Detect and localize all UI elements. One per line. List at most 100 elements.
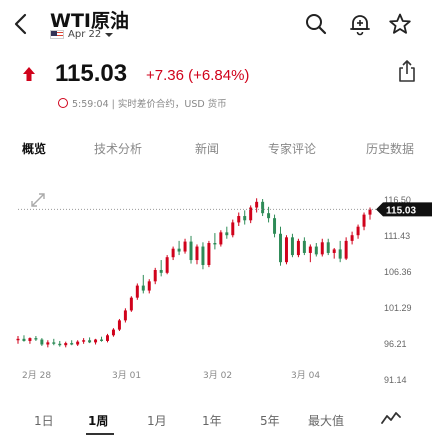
- candle-body: [284, 237, 288, 263]
- candle-body: [177, 248, 181, 252]
- date-selector-label: Apr 22: [68, 29, 102, 40]
- candle-body: [117, 320, 121, 330]
- tab-analysis[interactable]: 专家评论: [268, 140, 316, 157]
- app-header: WTI原油 Apr 22: [0, 0, 434, 48]
- candle-body: [106, 335, 109, 341]
- candle-body: [273, 218, 277, 234]
- candle-body: [70, 343, 74, 345]
- candle-body: [350, 235, 354, 241]
- candle-body: [201, 246, 205, 266]
- candle-body: [213, 243, 217, 245]
- candle-body: [82, 340, 86, 342]
- range-1d[interactable]: 1日: [34, 412, 54, 429]
- us-flag-icon: [50, 30, 64, 39]
- line-chart-icon[interactable]: [380, 410, 402, 426]
- candle-body: [302, 240, 306, 253]
- candle-body: [159, 269, 163, 273]
- x-tick-label: 3月 02: [203, 370, 232, 381]
- candle-body: [183, 241, 187, 252]
- candle-body: [314, 246, 318, 255]
- candle-body: [88, 340, 92, 343]
- last-price-label: 115.03: [386, 205, 416, 216]
- share-icon[interactable]: [396, 58, 418, 84]
- candle-body: [243, 216, 247, 221]
- candle-body: [219, 232, 223, 245]
- candle-body: [34, 338, 38, 340]
- chevron-left-icon[interactable]: [10, 10, 34, 38]
- y-tick-label: 111.43: [384, 231, 410, 241]
- range-1m[interactable]: 1月: [147, 412, 167, 429]
- candle-body: [320, 242, 324, 255]
- candle-body: [135, 285, 139, 298]
- y-tick-label: 91.14: [384, 375, 407, 385]
- y-tick-label: 101.29: [384, 303, 412, 313]
- candle-body: [123, 310, 127, 321]
- candle-body: [52, 342, 56, 344]
- range-1w[interactable]: 1周: [88, 412, 108, 429]
- expand-icon[interactable]: [28, 190, 48, 210]
- caret-down-icon: [105, 32, 114, 37]
- arrow-up-icon: [23, 67, 35, 81]
- star-icon[interactable]: [388, 12, 412, 36]
- tab-technical[interactable]: 技术分析: [94, 140, 142, 157]
- candle-body: [290, 237, 294, 256]
- candle-body: [308, 246, 312, 253]
- quote-status-text: 5:59:04 | 实时差价合约，USD 货币: [72, 99, 227, 110]
- candle-body: [332, 249, 336, 253]
- candle-body: [165, 257, 169, 273]
- candle-body: [100, 339, 104, 341]
- tab-overview[interactable]: 概览: [22, 140, 46, 157]
- candle-body: [296, 240, 300, 256]
- search-icon[interactable]: [304, 12, 328, 36]
- candle-body: [16, 338, 20, 341]
- tab-news[interactable]: 新闻: [195, 140, 219, 157]
- candle-body: [76, 341, 80, 345]
- candle-body: [344, 240, 348, 259]
- candle-body: [147, 281, 151, 291]
- candle-body: [129, 297, 133, 311]
- date-selector[interactable]: Apr 22: [50, 29, 114, 40]
- candle-body: [368, 209, 372, 215]
- candle-body: [326, 242, 330, 253]
- candle-body: [40, 339, 44, 345]
- candle-body: [94, 339, 98, 343]
- candle-body: [28, 338, 32, 341]
- candle-body: [141, 285, 145, 291]
- candle-body: [22, 338, 26, 341]
- price-chart[interactable]: 116.50111.43106.36101.2996.2191.14115.03…: [0, 168, 434, 400]
- quote-status: 5:59:04 | 实时差价合约，USD 货币: [58, 96, 227, 110]
- range-max[interactable]: 最大值: [308, 412, 344, 429]
- y-tick-label: 96.21: [384, 339, 407, 349]
- candle-body: [171, 248, 175, 258]
- last-price: 115.03: [55, 60, 128, 87]
- range-5y[interactable]: 5年: [260, 412, 280, 429]
- candle-body: [237, 216, 241, 223]
- x-tick-label: 3月 01: [112, 370, 141, 381]
- bell-plus-icon[interactable]: [348, 12, 372, 36]
- candle-body: [153, 269, 157, 282]
- candle-body: [207, 243, 211, 266]
- candle-body: [338, 249, 342, 259]
- tab-history[interactable]: 历史数据: [366, 140, 414, 157]
- candle-body: [225, 232, 229, 236]
- x-tick-label: 2月 28: [22, 370, 51, 381]
- candle-body: [195, 246, 199, 261]
- candle-body: [189, 241, 193, 261]
- clock-icon: [58, 98, 68, 108]
- candle-body: [261, 201, 265, 214]
- candle-body: [58, 343, 62, 346]
- price-change: +7.36 (+6.84%): [146, 67, 250, 84]
- active-range-indicator: [86, 433, 114, 435]
- candle-body: [64, 343, 68, 346]
- candle-body: [279, 233, 282, 263]
- candle-body: [46, 342, 50, 345]
- candle-body: [111, 329, 115, 336]
- candle-body: [255, 201, 259, 208]
- range-selector: 1日 1周 1月 1年 5年 最大值: [0, 404, 434, 439]
- section-tabs: 概览 技术分析 新闻 专家评论 历史数据: [0, 136, 434, 162]
- range-1y[interactable]: 1年: [202, 412, 222, 429]
- candle-body: [231, 222, 235, 236]
- candle-body: [267, 213, 271, 219]
- y-tick-label: 106.36: [384, 267, 412, 277]
- candle-body: [356, 226, 360, 236]
